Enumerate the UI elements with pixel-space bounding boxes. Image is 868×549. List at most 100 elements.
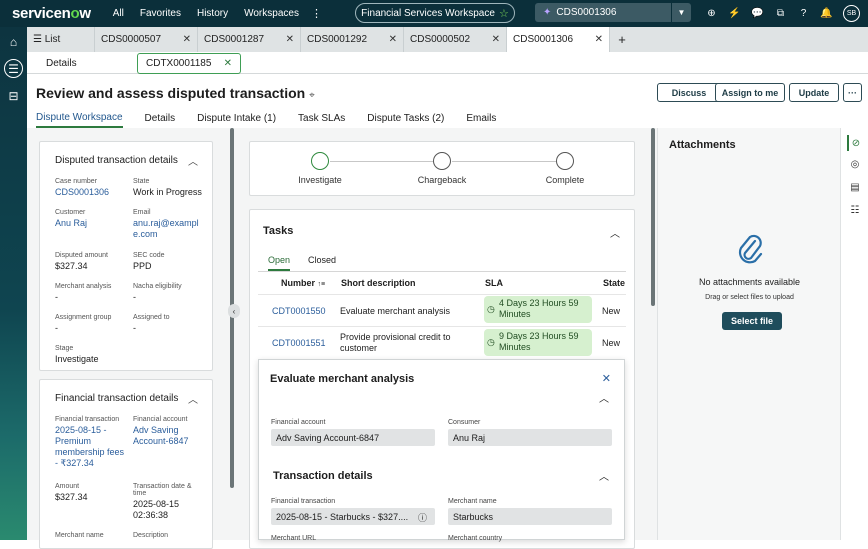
close-icon[interactable]: ✕ [587,34,603,45]
tab-list[interactable]: ☰ List [27,27,95,52]
financial-account-link[interactable]: Adv Saving Account-6847 [133,425,205,447]
avatar[interactable]: SB [843,5,860,22]
tab-cds0001287[interactable]: CDS0001287 ✕ [198,27,301,52]
tab-task-slas[interactable]: Task SLAs [298,108,345,128]
tab-closed[interactable]: Closed [308,255,336,271]
sla-badge: ◷ 4 Days 23 Hours 59 Minutes [484,296,592,323]
select-file-button[interactable]: Select file [722,312,782,330]
document-icon[interactable]: ▤ [847,179,863,195]
tab-cds0000502[interactable]: CDS0000502 ✕ [404,27,507,52]
global-search[interactable]: ✦ CDS0001306 ▼ [535,3,691,22]
stage-node-chargeback[interactable] [433,152,451,170]
tab-dispute-intake[interactable]: Dispute Intake (1) [197,108,276,128]
task-number-link[interactable]: CDT0001550 [272,306,326,317]
stage-node-complete[interactable] [556,152,574,170]
case-number-link[interactable]: CDS0001306 [55,187,127,198]
list-icon[interactable]: ☰ [4,59,23,78]
close-icon[interactable]: ✕ [278,34,294,45]
globe-icon[interactable]: ⊕ [700,8,723,19]
task-state: New [602,306,621,316]
stage-label: Chargeback [417,175,467,185]
chevron-up-icon[interactable]: ︿ [188,153,198,168]
merchant-name-field[interactable]: Starbucks [448,508,612,525]
workspace-pill[interactable]: Financial Services Workspace ☆ [355,3,515,23]
update-button[interactable]: Update [789,83,839,102]
related-icon[interactable]: ◎ [847,156,863,172]
column-header-number[interactable]: Number ↑≡ [281,278,325,288]
task-description: Provide provisional credit to customer [340,332,451,353]
flash-icon[interactable]: ⚡ [723,8,746,19]
consumer-field[interactable]: Anu Raj [448,429,612,446]
tab-label: CDS0001287 [204,34,265,45]
page-title: Review and assess disputed transaction ⌖ [36,85,315,101]
tab-dispute-tasks[interactable]: Dispute Tasks (2) [367,108,444,128]
stage-node-investigate[interactable] [311,152,329,170]
discuss-button[interactable]: Discuss [657,83,721,102]
chevron-up-icon[interactable]: ︿ [599,390,609,405]
chevron-up-icon[interactable]: ︿ [599,468,609,483]
stage-connector [330,161,433,162]
task-number-link[interactable]: CDT0001551 [272,338,326,349]
field-nacha-eligibility: Nacha eligibility - [133,283,182,302]
tag-icon[interactable]: ⌖ [309,90,315,101]
sparkle-icon: ✦ [543,7,552,18]
field-label: Consumer [448,419,481,426]
chevron-down-icon[interactable]: ▼ [671,3,691,22]
sort-icon: ↑≡ [317,281,326,288]
chat-icon[interactable]: 💬 [746,8,769,19]
add-tab-button[interactable]: + [610,27,634,52]
financial-transaction-link[interactable]: 2025-08-15 - Premium membership fees - ₹… [55,425,129,469]
field-label: Financial transaction [271,498,336,505]
tab-cds0001292[interactable]: CDS0001292 ✕ [301,27,404,52]
column-header-state[interactable]: State [603,278,625,288]
nav-workspaces[interactable]: Workspaces [244,8,299,19]
tab-details[interactable]: Details [145,108,176,128]
clock-icon: ◷ [487,304,495,314]
close-icon[interactable]: ✕ [602,372,611,385]
nav-favorites[interactable]: Favorites [140,8,181,19]
attachment-icon[interactable]: ⊘ [847,135,863,151]
subtab-details[interactable]: Details [46,52,77,74]
tab-cds0001306[interactable]: CDS0001306 ✕ [507,27,610,52]
close-icon[interactable]: ✕ [484,34,500,45]
field-stage: Stage Investigate [55,345,99,364]
tab-open[interactable]: Open [268,255,291,271]
financial-transaction-field[interactable]: 2025-08-15 - Starbucks - $327.... ⓘ [271,508,435,525]
global-search-input[interactable]: CDS0001306 [556,7,616,18]
column-header-sla[interactable]: SLA [485,278,503,288]
tab-emails[interactable]: Emails [466,108,496,128]
more-actions-button[interactable]: ··· [843,83,862,102]
chevron-up-icon[interactable]: ︿ [188,391,198,406]
home-icon[interactable]: ⌂ [4,32,23,51]
customer-link[interactable]: Anu Raj [55,218,127,229]
sla-badge: ◷ 9 Days 23 Hours 59 Minutes [484,329,592,356]
star-icon[interactable]: ☆ [499,7,509,20]
task-preview-panel: Evaluate merchant analysis ✕ ︿ Financial… [258,359,625,542]
tab-dispute-workspace[interactable]: Dispute Workspace [36,108,123,128]
servicenow-logo[interactable]: servicenow [12,5,91,22]
close-icon[interactable]: ✕ [175,34,191,45]
chevron-up-icon[interactable]: ︿ [610,225,620,240]
assign-to-me-button[interactable]: Assign to me [715,83,785,102]
connect-icon[interactable]: ⧉ [769,8,792,19]
financial-account-field[interactable]: Adv Saving Account-6847 [271,429,435,446]
collapse-left-button[interactable]: ‹ [228,304,240,318]
nav-all[interactable]: All [113,8,124,19]
bell-icon[interactable]: 🔔 [815,8,838,19]
email-link[interactable]: anu.raj@example.com [133,218,205,240]
close-icon[interactable]: ✕ [381,34,397,45]
list-view-icon[interactable]: ☷ [847,202,863,218]
subtab-cdtx0001185[interactable]: CDTX0001185 ✕ [137,53,241,74]
nav-history[interactable]: History [197,8,228,19]
column-header-short-description[interactable]: Short description [341,278,416,288]
tab-cds0000507[interactable]: CDS0000507 ✕ [95,27,198,52]
nav-more-kebab-icon[interactable]: ⋮ [311,7,322,20]
help-icon[interactable]: ? [792,8,815,19]
field-merchant-analysis: Merchant analysis - [55,283,112,302]
right-resize-handle[interactable] [651,128,655,306]
left-rail: ⌂ ☰ ⊟ [0,27,27,540]
tab-label: CDS0001292 [307,34,368,45]
info-icon[interactable]: ⓘ [418,511,427,524]
inbox-icon[interactable]: ⊟ [4,86,23,105]
close-icon[interactable]: ✕ [224,58,232,69]
